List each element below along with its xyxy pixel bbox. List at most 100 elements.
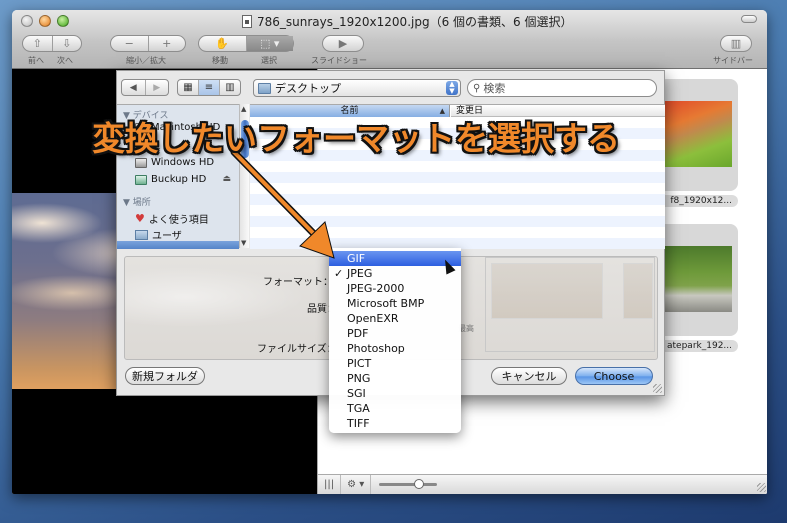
document-icon [242, 15, 252, 28]
users-folder-icon [135, 229, 148, 240]
columns-icon: ||| [324, 479, 335, 490]
zoom-control: − + [110, 35, 186, 52]
menu-item-tga[interactable]: TGA [329, 401, 461, 416]
minimize-button[interactable] [39, 15, 51, 27]
menu-item-label: TIFF [347, 417, 370, 430]
window-resize-grip[interactable] [757, 483, 766, 492]
icon-view-button[interactable]: ▦ [178, 80, 199, 95]
prev-next-control: ⇧ ⇩ [22, 35, 82, 52]
menu-item-label: Microsoft BMP [347, 297, 425, 310]
sidebar-item-label: ユーザ [152, 231, 182, 242]
list-view-button[interactable]: ≡ [199, 80, 220, 95]
annotation-caption: 変換したいフォーマットを選択する [92, 119, 620, 158]
next-button[interactable]: ⇩ [53, 36, 82, 51]
new-folder-button[interactable]: 新規フォルダ [125, 367, 205, 385]
menu-item-tiff[interactable]: TIFF [329, 416, 461, 431]
toolbar-toggle-button[interactable] [741, 15, 757, 23]
toolbar: 786_sunrays_1920x1200.jpg（6 個の書類、6 個選択） … [12, 10, 767, 69]
menu-item-pict[interactable]: PICT [329, 356, 461, 371]
history-nav: ◀ ▶ [121, 79, 169, 96]
prev-button[interactable]: ⇧ [23, 36, 53, 51]
list-row [250, 194, 665, 205]
sidebar-icon: ▥ [730, 37, 742, 50]
location-popup[interactable]: デスクトップ ▲ ▼ [253, 79, 461, 97]
slideshow-label: スライドショー [311, 56, 367, 65]
window-title: 786_sunrays_1920x1200.jpg（6 個の書類、6 個選択） [242, 13, 572, 30]
filesize-label: ファイルサイズ： [257, 344, 337, 355]
menu-item-png[interactable]: PNG [329, 371, 461, 386]
dialog-resize-grip[interactable] [653, 384, 662, 393]
sidebar-item-buckup-hd[interactable]: Buckup HD [135, 174, 206, 185]
menu-item-label: JPEG [347, 267, 373, 280]
minus-icon: − [124, 37, 134, 50]
search-placeholder: 検索 [483, 82, 506, 95]
magnifier-icon: ⚲ [473, 82, 481, 94]
zoom-out-button[interactable]: − [111, 36, 149, 51]
list-row [250, 216, 665, 227]
window-title-text: 786_sunrays_1920x1200.jpg（6 個の書類、6 個選択） [257, 15, 573, 29]
thumbnail-size-slider[interactable] [379, 479, 438, 489]
status-bar: ||| ⚙ ▾ [318, 474, 767, 494]
plus-icon: + [162, 37, 172, 50]
menu-item-label: SGI [347, 387, 366, 400]
preview-ghost-thumbnail [623, 263, 653, 319]
prev-label: 前へ [28, 56, 44, 65]
move-tool-button[interactable]: ✋ [199, 36, 247, 51]
move-label: 移動 [212, 56, 228, 65]
zoom-window-button[interactable] [57, 15, 69, 27]
selection-icon: ⬚ ▾ [260, 37, 280, 50]
zoom-in-button[interactable]: + [149, 36, 186, 51]
choose-button[interactable]: Choose [575, 367, 653, 385]
menu-item-label: PNG [347, 372, 371, 385]
slideshow-icon: ▶ [338, 37, 348, 50]
close-button[interactable] [21, 15, 33, 27]
park-thumbnail-image [664, 246, 732, 312]
menu-item-label: OpenEXR [347, 312, 399, 325]
leaf-thumbnail-image [664, 101, 732, 167]
slideshow-button[interactable]: ▶ [322, 35, 364, 52]
places-header[interactable]: ▼ 場所 [123, 195, 151, 208]
menu-item-label: PDF [347, 327, 369, 340]
back-button[interactable]: ◀ [122, 80, 146, 95]
thumbnail-label: f8_1920x12... [658, 195, 738, 207]
popup-arrows-icon: ▲ ▼ [446, 81, 458, 95]
folder-icon [258, 82, 271, 94]
slider-knob[interactable] [413, 479, 424, 489]
menu-item-photoshop[interactable]: Photoshop [329, 341, 461, 356]
menu-item-jpeg[interactable]: ✓ JPEG [329, 266, 461, 281]
gear-icon: ⚙ ▾ [347, 479, 365, 490]
menu-item-microsoft-bmp[interactable]: Microsoft BMP [329, 296, 461, 311]
sidebar-item-users[interactable]: ユーザ [135, 227, 182, 242]
cancel-button[interactable]: キャンセル [491, 367, 567, 385]
action-menu-button[interactable]: ⚙ ▾ [341, 475, 372, 494]
menu-item-sgi[interactable]: SGI [329, 386, 461, 401]
sidebar-item-label: Buckup HD [151, 174, 207, 185]
list-row [250, 172, 665, 183]
menu-item-pdf[interactable]: PDF [329, 326, 461, 341]
tool-control: ✋ ⬚ ▾ [198, 35, 294, 52]
checkmark-icon: ✓ [334, 267, 344, 280]
column-resize-handle[interactable]: ||| [318, 475, 342, 494]
menu-item-openexr[interactable]: OpenEXR [329, 311, 461, 326]
scroll-down-icon[interactable]: ▼ [241, 239, 246, 247]
forward-button[interactable]: ▶ [146, 80, 169, 95]
column-view-button[interactable]: ▥ [220, 80, 240, 95]
select-tool-button[interactable]: ⬚ ▾ [246, 36, 293, 51]
menu-item-label: GIF [347, 252, 366, 265]
external-disk-icon [135, 174, 147, 185]
sidebar-item-favorites[interactable]: ♥ よく使う項目 [135, 211, 209, 226]
format-label: フォーマット： [263, 277, 333, 288]
down-arrow-icon: ⇩ [62, 37, 72, 50]
sidebar-button[interactable]: ▥ [720, 35, 752, 52]
preview-ghost-thumbnail [491, 263, 603, 319]
hand-icon: ✋ [215, 37, 230, 50]
up-arrow-icon: ⇧ [32, 37, 42, 50]
heart-icon: ♥ [135, 212, 145, 225]
thumbnail-item[interactable] [658, 224, 738, 336]
sidebar-label: サイドバー [713, 56, 753, 65]
search-field[interactable]: ⚲ 検索 [467, 79, 657, 97]
eject-icon[interactable]: ⏏ [222, 174, 231, 184]
thumbnail-item[interactable] [658, 79, 738, 191]
menu-item-jpeg-2000[interactable]: JPEG-2000 [329, 281, 461, 296]
sidebar-item-desktop[interactable] [117, 241, 239, 249]
